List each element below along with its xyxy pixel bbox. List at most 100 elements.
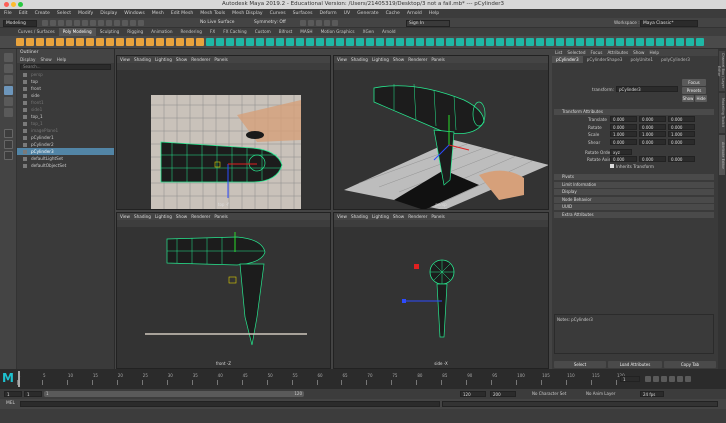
shelf-tab-curves-surfaces[interactable]: Curves / Surfaces — [14, 28, 59, 36]
workspace-dropdown[interactable]: Maya Classic* — [640, 19, 698, 27]
layout-icon[interactable] — [4, 151, 13, 160]
transform-attributes-section[interactable]: Transform Attributes — [554, 109, 714, 115]
attr-menu-focus[interactable]: Focus — [590, 49, 602, 56]
outliner-menu-help[interactable]: Help — [57, 56, 67, 63]
end-time-field[interactable]: 200 — [490, 391, 516, 397]
inherits-transform-checkbox[interactable] — [610, 164, 614, 168]
shear-x-field[interactable]: 0.000 — [610, 138, 637, 145]
rotate-tool-icon[interactable] — [4, 97, 13, 106]
shelf-tool-icon[interactable] — [56, 38, 64, 46]
shelf-tab-poly-modeling[interactable]: Poly Modeling — [58, 28, 96, 36]
select-object-icon[interactable] — [90, 20, 96, 26]
menu-edit-mesh[interactable]: Edit Mesh — [171, 11, 193, 16]
mel-label[interactable]: MEL — [6, 401, 15, 406]
shelf-tool-icon[interactable] — [446, 38, 454, 46]
shelf-tab-arnold[interactable]: Arnold — [378, 28, 400, 36]
shelf-tool-icon[interactable] — [636, 38, 644, 46]
attr-tab[interactable]: polyCylinder3 — [657, 56, 694, 63]
outliner-item[interactable]: side1 — [17, 106, 114, 113]
section-limit-information[interactable]: Limit Information — [554, 181, 714, 188]
shelf-tool-icon[interactable] — [246, 38, 254, 46]
viewport-top[interactable]: View Shading Lighting Show Renderer Panels to… — [116, 55, 331, 210]
shelf-tool-icon[interactable] — [146, 38, 154, 46]
attr-tab[interactable]: pCylinderShape3 — [583, 56, 627, 63]
rotate-axis-y-field[interactable]: 0.000 — [639, 156, 666, 162]
minimize-window-icon[interactable] — [11, 2, 16, 7]
node-name-field[interactable]: pCylinder3 — [616, 86, 678, 92]
show-button[interactable]: Show — [682, 95, 694, 102]
shear-z-field[interactable]: 0.000 — [668, 138, 695, 145]
sign-in-button[interactable]: Sign In — [406, 19, 450, 27]
shelf-tool-icon[interactable] — [686, 38, 694, 46]
outliner-item[interactable]: persp — [17, 71, 114, 78]
rotate-y-field[interactable]: 0.000 — [639, 123, 666, 130]
shelf-tool-icon[interactable] — [476, 38, 484, 46]
menu-select[interactable]: Select — [57, 11, 71, 16]
close-window-icon[interactable] — [4, 2, 9, 7]
shelf-tool-icon[interactable] — [236, 38, 244, 46]
current-time-marker[interactable] — [18, 371, 20, 387]
shelf-tool-icon[interactable] — [166, 38, 174, 46]
shelf-tool-icon[interactable] — [616, 38, 624, 46]
live-surface-label[interactable]: No Live Surface — [198, 19, 244, 27]
rotate-axis-z-field[interactable]: 0.000 — [668, 156, 695, 162]
shelf-tool-icon[interactable] — [556, 38, 564, 46]
select-button[interactable]: Select — [554, 361, 606, 368]
save-scene-icon[interactable] — [58, 20, 64, 26]
snap-grid-icon[interactable] — [106, 20, 112, 26]
menu-help[interactable]: Help — [429, 11, 439, 16]
menu-create[interactable]: Create — [35, 11, 50, 16]
shelf-tab-sculpting[interactable]: Sculpting — [96, 28, 124, 36]
shelf-tool-icon[interactable] — [36, 38, 44, 46]
scale-y-field[interactable]: 1.000 — [639, 131, 666, 137]
outliner-item[interactable]: defaultObjectSet — [17, 162, 114, 169]
step-forward-icon[interactable] — [677, 376, 683, 382]
shelf-tool-icon[interactable] — [116, 38, 124, 46]
shelf-tool-icon[interactable] — [426, 38, 434, 46]
shelf-tool-icon[interactable] — [176, 38, 184, 46]
menu-generate[interactable]: Generate — [357, 11, 378, 16]
attr-tab[interactable]: pCylinder3 — [552, 56, 583, 63]
side-tab-modelling-toolkit[interactable]: Modelling Toolkit — [719, 93, 725, 133]
shelf-tab-fx[interactable]: FX — [206, 28, 219, 36]
rotate-z-field[interactable]: 0.000 — [668, 123, 695, 130]
viewport-persp[interactable]: View Shading Lighting Show Renderer Panels pe… — [333, 55, 549, 210]
shelf-tool-icon[interactable] — [696, 38, 704, 46]
open-scene-icon[interactable] — [50, 20, 56, 26]
load-attributes-button[interactable]: Load Attributes — [608, 361, 662, 368]
shelf-tool-icon[interactable] — [106, 38, 114, 46]
shelf-tool-icon[interactable] — [646, 38, 654, 46]
shelf-tool-icon[interactable] — [86, 38, 94, 46]
side-tab-attribute-editor[interactable]: Attribute Editor — [719, 135, 725, 175]
shelf-tool-icon[interactable] — [316, 38, 324, 46]
section-node-behavior[interactable]: Node Behavior — [554, 196, 714, 203]
time-slider[interactable]: M 15101520253035404550556065707580859095… — [0, 369, 726, 389]
four-view-icon[interactable] — [4, 140, 13, 149]
shelf-tool-icon[interactable] — [326, 38, 334, 46]
snap-curve-icon[interactable] — [114, 20, 120, 26]
shelf-tool-icon[interactable] — [496, 38, 504, 46]
menu-mesh-display[interactable]: Mesh Display — [232, 11, 263, 16]
move-tool-icon[interactable] — [4, 86, 13, 95]
section-display[interactable]: Display — [554, 189, 714, 195]
attr-menu-help[interactable]: Help — [649, 49, 659, 56]
shelf-tool-icon[interactable] — [126, 38, 134, 46]
menu-windows[interactable]: Windows — [124, 11, 145, 16]
shelf-tab-animation[interactable]: Animation — [147, 28, 176, 36]
shelf-tool-icon[interactable] — [486, 38, 494, 46]
hypershade-icon[interactable] — [324, 20, 330, 26]
shelf-tool-icon[interactable] — [416, 38, 424, 46]
scale-z-field[interactable]: 1.000 — [668, 131, 695, 137]
playback-end-field[interactable]: 120 — [460, 391, 486, 397]
range-bar[interactable]: 1 120 — [44, 391, 304, 397]
shelf-tab-motion-graphics[interactable]: Motion Graphics — [317, 28, 359, 36]
shelf-tab-xgen[interactable]: XGen — [359, 28, 378, 36]
go-to-end-icon[interactable] — [685, 376, 691, 382]
translate-y-field[interactable]: 0.000 — [639, 116, 666, 122]
shelf-tool-icon[interactable] — [376, 38, 384, 46]
single-view-icon[interactable] — [4, 129, 13, 138]
shelf-tool-icon[interactable] — [76, 38, 84, 46]
presets-button[interactable]: Presets — [682, 87, 706, 94]
outliner-menu-show[interactable]: Show — [40, 56, 51, 63]
outliner-search-input[interactable]: Search... — [20, 64, 111, 70]
